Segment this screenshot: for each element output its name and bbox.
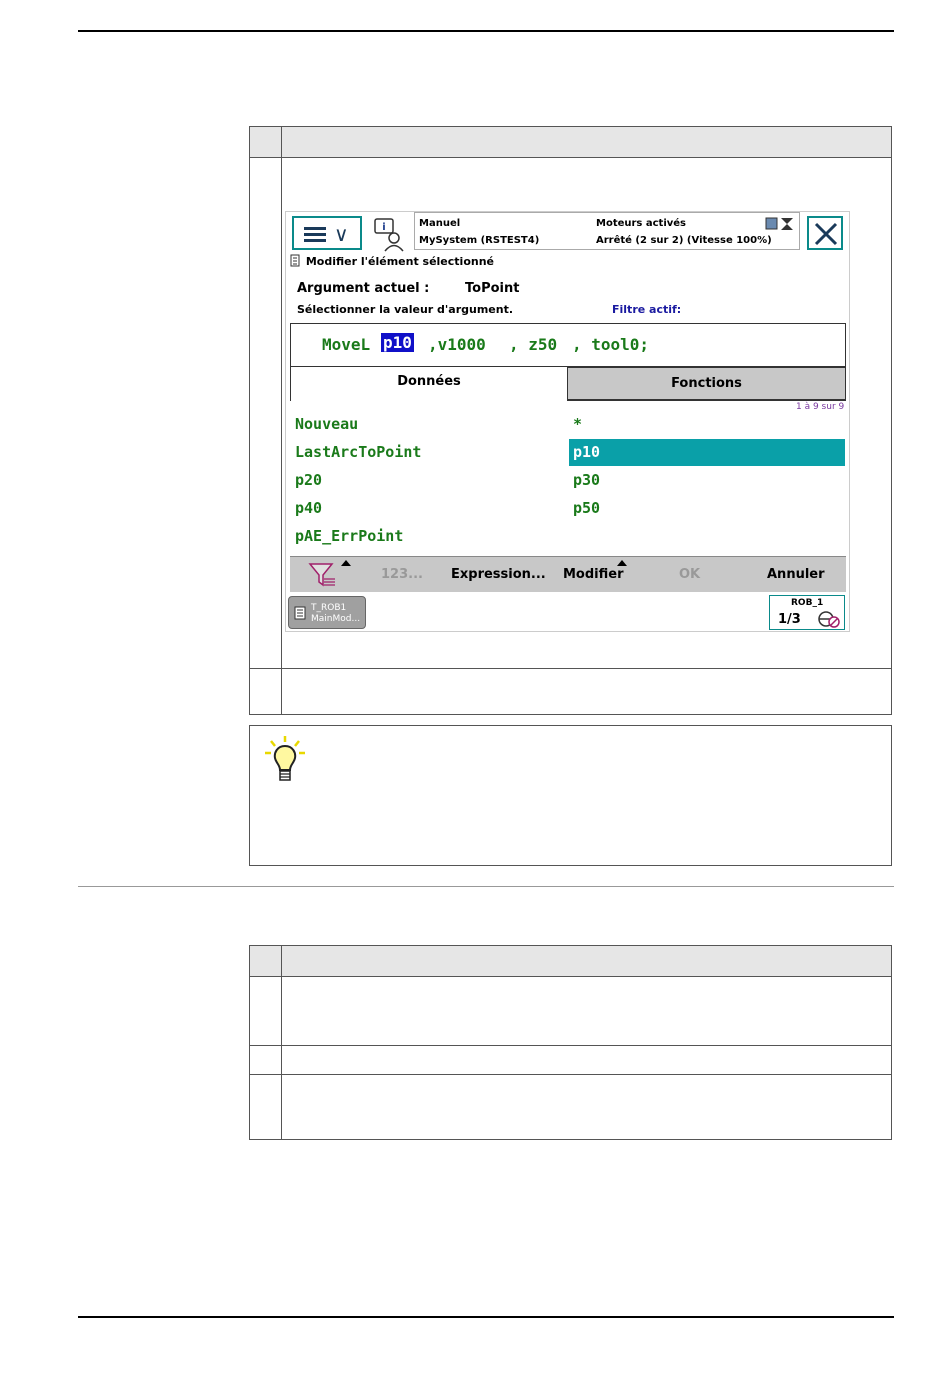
list-item[interactable]: LastArcToPoint <box>295 443 421 461</box>
hamburger-icon <box>304 227 326 242</box>
status-bar[interactable]: Manuel MySystem (RSTEST4) Moteurs activé… <box>414 212 800 250</box>
increment-ratio: 1/3 <box>778 612 801 627</box>
close-icon <box>814 222 838 246</box>
program-editor-icon <box>290 254 300 267</box>
event-log-icon[interactable]: i <box>372 216 408 252</box>
task-tab-button[interactable]: T_ROB1 MainMod... <box>288 596 366 629</box>
filter-icon[interactable] <box>308 561 338 589</box>
cancel-button[interactable]: Annuler <box>767 567 825 582</box>
tip-box <box>249 725 892 866</box>
list-item[interactable]: * <box>573 415 582 433</box>
table-row <box>250 1045 891 1046</box>
run-mode-icon <box>818 611 840 628</box>
lightbulb-icon <box>265 736 305 781</box>
instruction-arg[interactable]: , tool0; <box>572 335 649 354</box>
quickset-robot-button[interactable]: ROB_1 1/3 <box>769 595 845 630</box>
procedure-table-2 <box>249 945 892 1140</box>
list-item[interactable]: p50 <box>573 499 600 517</box>
table-row <box>250 157 891 158</box>
list-item[interactable]: p40 <box>295 499 322 517</box>
expression-button[interactable]: Expression... <box>451 567 546 582</box>
svg-text:i: i <box>382 222 385 233</box>
active-filter-label[interactable]: Filtre actif: <box>612 303 681 316</box>
tab-functions[interactable]: Fonctions <box>567 367 846 401</box>
table-header <box>250 127 891 157</box>
list-item[interactable]: p30 <box>573 471 600 489</box>
selected-argument[interactable]: p10 <box>381 333 414 352</box>
table-row <box>250 976 891 977</box>
select-hint: Sélectionner la valeur d'argument. <box>297 303 514 316</box>
argument-label: Argument actuel : <box>297 281 430 296</box>
list-item[interactable]: p20 <box>295 471 322 489</box>
table-header <box>250 946 891 976</box>
robot-name: ROB_1 <box>791 598 824 608</box>
system-name: MySystem (RSTEST4) <box>419 235 540 246</box>
breadcrumb-label: Modifier l'élément sélectionné <box>305 255 494 268</box>
flexpendant-screen: ∨ i Manuel MySystem (RSTEST4) Moteurs ac… <box>285 211 850 632</box>
main-menu-button[interactable]: ∨ <box>292 216 362 250</box>
modify-menu-arrow-icon <box>617 560 627 566</box>
instruction-arg[interactable]: ,v1000 <box>428 335 486 354</box>
operating-mode: Manuel <box>419 218 461 229</box>
ok-button[interactable]: OK <box>679 567 700 582</box>
modify-button[interactable]: Modifier <box>563 567 624 582</box>
task-name: T_ROB1 <box>311 603 347 613</box>
robot-status-icon <box>765 217 793 230</box>
command-bar: 123... Expression... Modifier OK Annuler <box>290 556 846 592</box>
footer-rule <box>78 1316 894 1318</box>
tab-data[interactable]: Données <box>290 367 567 401</box>
table-row <box>250 668 891 669</box>
program-state: Arrêté (2 sur 2) (Vitesse 100%) <box>596 235 772 246</box>
table-row <box>250 1074 891 1075</box>
filter-menu-arrow-icon <box>341 560 351 566</box>
motors-state: Moteurs activés <box>596 218 687 229</box>
chevron-down-icon: ∨ <box>334 222 349 246</box>
list-item-selected[interactable]: p10 <box>569 439 845 466</box>
program-module-icon <box>294 606 306 620</box>
item-count: 1 à 9 sur 9 <box>796 402 845 412</box>
list-item[interactable]: Nouveau <box>295 415 358 433</box>
instruction-name: MoveL <box>322 335 371 354</box>
column-divider <box>281 946 282 1139</box>
breadcrumb: Modifier l'élément sélectionné <box>290 254 494 268</box>
module-name: MainMod... <box>311 614 361 624</box>
header-rule <box>78 30 894 32</box>
instruction-line[interactable]: MoveL p10 ,v1000 , z50 , tool0; <box>290 323 846 367</box>
section-divider <box>78 886 894 887</box>
close-button[interactable] <box>807 216 843 250</box>
column-divider <box>281 127 282 714</box>
list-item[interactable]: pAE_ErrPoint <box>295 527 403 545</box>
instruction-arg[interactable]: , z50 <box>509 335 557 354</box>
numeric-button[interactable]: 123... <box>381 567 423 582</box>
argument-value: ToPoint <box>465 281 520 296</box>
